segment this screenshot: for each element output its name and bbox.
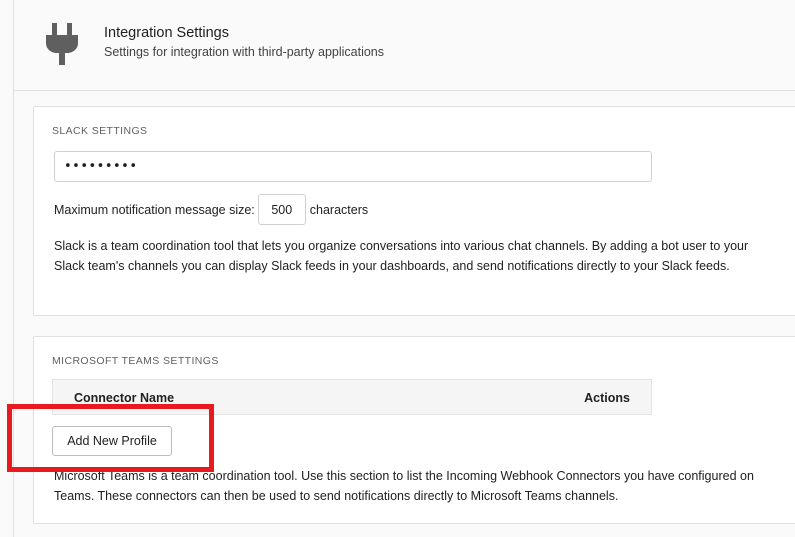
add-new-profile-button[interactable]: Add New Profile [52, 426, 172, 456]
teams-settings-card: MICROSOFT TEAMS SETTINGS Connector Name … [33, 336, 795, 524]
page-subtitle: Settings for integration with third-part… [104, 45, 385, 59]
page-header: Integration Settings Settings for integr… [0, 0, 795, 91]
plug-icon [46, 23, 78, 65]
slack-section-title: SLACK SETTINGS [52, 125, 148, 137]
max-message-size-row: Maximum notification message size: chara… [54, 194, 368, 225]
column-header-actions: Actions [584, 391, 630, 405]
connector-table-header: Connector Name Actions [52, 379, 652, 415]
integration-settings-page: Integration Settings Settings for integr… [0, 0, 795, 537]
slack-token-input[interactable] [54, 151, 652, 182]
max-size-label: Maximum notification message size: [54, 202, 255, 217]
max-size-input[interactable] [257, 194, 306, 225]
column-header-connector-name: Connector Name [74, 391, 175, 405]
max-size-unit: characters [309, 202, 369, 217]
header-divider [14, 90, 795, 91]
page-title: Integration Settings [104, 25, 229, 41]
teams-description: Microsoft Teams is a team coordination t… [54, 469, 754, 503]
slack-description: Slack is a team coordination tool that l… [54, 239, 749, 273]
teams-section-title: MICROSOFT TEAMS SETTINGS [52, 355, 219, 367]
slack-settings-card: SLACK SETTINGS Maximum notification mess… [33, 106, 795, 316]
